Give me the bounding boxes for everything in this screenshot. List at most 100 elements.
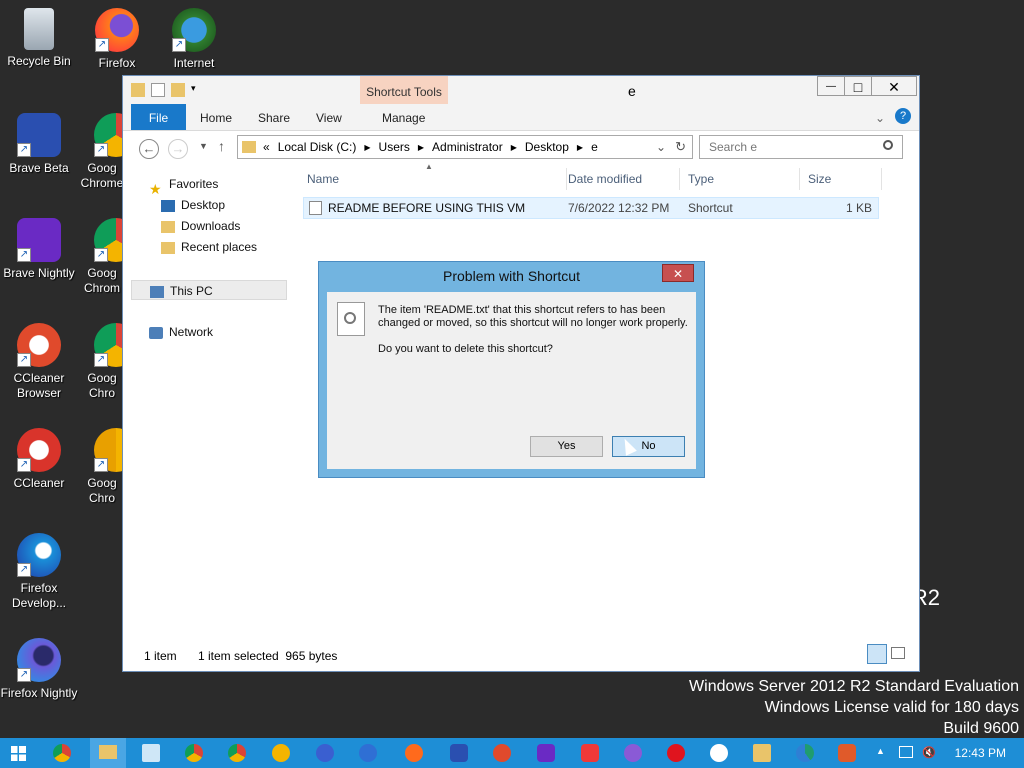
yandex-icon[interactable] bbox=[710, 744, 728, 762]
address-segment[interactable]: Desktop bbox=[525, 140, 569, 154]
firefox-icon[interactable] bbox=[405, 744, 423, 762]
firefox-icon: ↗ bbox=[95, 8, 139, 52]
refresh-icon[interactable]: ↻ bbox=[675, 139, 686, 155]
desktop-icon-ccleaner-browser[interactable]: ↗ CCleaner Browser bbox=[0, 323, 78, 401]
desktop-icon-chrome-4[interactable]: ↗ Goog Chro bbox=[80, 428, 124, 506]
tab-manage[interactable]: Manage bbox=[382, 104, 425, 130]
desktop-icon-firefox[interactable]: ↗ Firefox bbox=[78, 8, 156, 71]
desktop-icon-chrome-1[interactable]: ↗ Goog Chrome bbox=[80, 113, 124, 191]
chrome-dev-icon[interactable] bbox=[228, 744, 246, 762]
recent-locations-icon[interactable]: ▼ bbox=[199, 141, 208, 151]
shortcut-arrow-icon: ↗ bbox=[17, 143, 31, 157]
tab-view[interactable]: View bbox=[316, 104, 342, 130]
help-icon[interactable]: ? bbox=[895, 108, 911, 124]
status-item-count: 1 item bbox=[144, 649, 177, 663]
nav-recent-places[interactable]: Recent places bbox=[161, 237, 257, 257]
watermark-line2: Windows License valid for 180 days bbox=[764, 699, 1019, 716]
ccleaner-browser-icon: ↗ bbox=[17, 323, 61, 367]
shortcut-arrow-icon: ↗ bbox=[95, 38, 109, 52]
minimize-button[interactable]: — bbox=[817, 76, 845, 96]
details-view-icon[interactable] bbox=[867, 644, 887, 664]
up-button[interactable]: ↑ bbox=[218, 138, 225, 154]
chevron-right-icon[interactable]: ▶ bbox=[511, 143, 517, 152]
address-segment[interactable]: Administrator bbox=[432, 140, 503, 154]
chevron-right-icon[interactable]: ▶ bbox=[364, 143, 370, 152]
chevron-right-icon[interactable]: ▶ bbox=[418, 143, 424, 152]
show-hidden-icons-icon[interactable]: ▲ bbox=[876, 746, 885, 756]
address-dropdown-icon[interactable]: ⌄ bbox=[656, 140, 666, 154]
brave-nightly-icon[interactable] bbox=[537, 744, 555, 762]
chrome-icon: ↗ bbox=[94, 218, 124, 262]
brave-icon[interactable] bbox=[450, 744, 468, 762]
tab-share[interactable]: Share bbox=[258, 104, 290, 130]
clock[interactable]: 12:43 PM bbox=[955, 738, 1006, 768]
address-segment[interactable]: Users bbox=[379, 140, 410, 154]
documents-icon[interactable] bbox=[753, 744, 771, 762]
forward-button[interactable]: → bbox=[168, 139, 188, 159]
internet-download-manager-icon: ↗ bbox=[172, 8, 216, 52]
large-icons-view-icon[interactable] bbox=[891, 647, 905, 659]
column-header-size[interactable]: Size bbox=[800, 168, 882, 190]
column-header-date[interactable]: Date modified bbox=[560, 168, 680, 190]
nav-downloads[interactable]: Downloads bbox=[161, 216, 240, 236]
ccleaner-browser-icon[interactable] bbox=[493, 744, 511, 762]
nav-desktop[interactable]: Desktop bbox=[161, 195, 225, 215]
edge-icon[interactable] bbox=[796, 744, 814, 762]
shortcut-arrow-icon: ↗ bbox=[17, 668, 31, 682]
status-selection: 1 item selected 965 bytes bbox=[198, 649, 338, 663]
chrome-icon[interactable] bbox=[53, 744, 71, 762]
column-header-name[interactable]: Name bbox=[299, 168, 567, 190]
properties-icon[interactable] bbox=[151, 83, 165, 97]
chrome-beta-icon[interactable] bbox=[185, 744, 203, 762]
start-icon[interactable] bbox=[11, 746, 26, 761]
address-segment[interactable]: e bbox=[591, 140, 598, 154]
customize-qat-icon[interactable]: ▾ bbox=[191, 83, 201, 97]
desktop-icon-chrome-3[interactable]: ↗ Goog Chro bbox=[80, 323, 124, 401]
folder-icon bbox=[131, 83, 145, 97]
nav-this-pc[interactable]: This PC bbox=[131, 280, 287, 300]
brave-beta-icon[interactable] bbox=[838, 744, 856, 762]
star-icon: ★ bbox=[149, 180, 162, 197]
firefox-developer-icon[interactable] bbox=[316, 744, 334, 762]
watermark-line1: Windows Server 2012 R2 Standard Evaluati… bbox=[689, 678, 1019, 695]
desktop-icon-ccleaner[interactable]: ↗ CCleaner bbox=[0, 428, 78, 491]
address-segment[interactable]: Local Disk (C:) bbox=[278, 140, 357, 154]
chrome-canary-icon[interactable] bbox=[272, 744, 290, 762]
nav-network[interactable]: Network bbox=[149, 322, 213, 342]
vivaldi-icon[interactable] bbox=[581, 744, 599, 762]
yes-button[interactable]: Yes bbox=[530, 436, 603, 457]
address-overflow-chevron[interactable]: « bbox=[263, 140, 270, 154]
back-button[interactable]: ← bbox=[139, 139, 159, 159]
maximize-button[interactable]: □ bbox=[844, 76, 872, 96]
address-bar[interactable]: « Local Disk (C:) ▶ Users ▶ Administrato… bbox=[237, 135, 693, 159]
tab-home[interactable]: Home bbox=[200, 104, 232, 130]
downloads-icon bbox=[161, 220, 175, 233]
desktop-icon-firefox-nightly[interactable]: ↗ Firefox Nightly bbox=[0, 638, 78, 701]
firefox-developer-icon: ↗ bbox=[17, 533, 61, 577]
desktop-icon-brave-beta[interactable]: ↗ Brave Beta bbox=[0, 113, 78, 176]
opera-icon[interactable] bbox=[667, 744, 685, 762]
firefox-nightly-icon[interactable] bbox=[359, 744, 377, 762]
close-button[interactable]: ✕ bbox=[871, 76, 917, 96]
brave-beta-icon: ↗ bbox=[17, 113, 61, 157]
new-folder-icon[interactable] bbox=[171, 83, 185, 97]
network-tray-icon[interactable] bbox=[899, 746, 913, 758]
chevron-right-icon[interactable]: ▶ bbox=[577, 143, 583, 152]
notepad-icon[interactable] bbox=[142, 744, 160, 762]
nav-favorites[interactable]: ★ Favorites bbox=[149, 174, 218, 197]
column-header-type[interactable]: Type bbox=[680, 168, 800, 190]
file-explorer-icon[interactable] bbox=[90, 738, 126, 768]
desktop-icon-firefox-developer[interactable]: ↗ Firefox Develop... bbox=[0, 533, 78, 611]
expand-ribbon-icon[interactable]: ⌄ bbox=[875, 104, 885, 130]
table-row[interactable]: README BEFORE USING THIS VM 7/6/2022 12:… bbox=[303, 197, 879, 219]
desktop-icon-brave-nightly[interactable]: ↗ Brave Nightly bbox=[0, 218, 78, 281]
tab-file[interactable]: File bbox=[131, 104, 186, 130]
dialog-close-button[interactable]: ✕ bbox=[662, 264, 694, 282]
desktop-icon-recycle-bin[interactable]: Recycle Bin bbox=[0, 8, 78, 69]
desktop-icon-internet[interactable]: ↗ Internet bbox=[155, 8, 233, 71]
opera-gx-icon[interactable] bbox=[624, 744, 642, 762]
dialog-body: The item 'README.txt' that this shortcut… bbox=[327, 292, 696, 469]
desktop-icon-chrome-2[interactable]: ↗ Goog Chrom bbox=[80, 218, 124, 296]
search-input[interactable]: Search e bbox=[699, 135, 903, 159]
volume-muted-icon[interactable]: 🔇 bbox=[922, 746, 936, 759]
